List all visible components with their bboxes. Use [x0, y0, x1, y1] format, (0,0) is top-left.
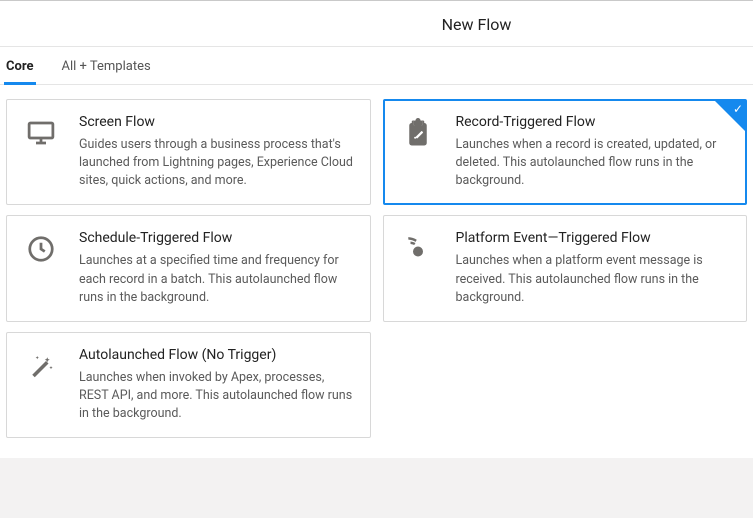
monitor-icon [17, 114, 65, 158]
card-title: Record-Triggered Flow [456, 114, 733, 130]
wand-icon [17, 347, 65, 391]
card-screen-flow[interactable]: Screen Flow Guides users through a busin… [6, 99, 371, 205]
flow-type-grid: Screen Flow Guides users through a busin… [0, 85, 753, 458]
antenna-icon [394, 230, 442, 274]
check-icon: ✓ [733, 102, 743, 116]
tab-all-templates[interactable]: All + Templates [62, 59, 151, 84]
card-record-triggered-flow[interactable]: ✓ Record-Triggered Flow Launches when a … [383, 99, 748, 205]
card-title: Schedule-Triggered Flow [79, 230, 356, 246]
card-schedule-triggered-flow[interactable]: Schedule-Triggered Flow Launches at a sp… [6, 215, 371, 321]
tab-core[interactable]: Core [6, 59, 34, 84]
footer-bar [0, 458, 753, 518]
card-autolaunched-flow[interactable]: Autolaunched Flow (No Trigger) Launches … [6, 332, 371, 438]
card-title: Autolaunched Flow (No Trigger) [79, 347, 356, 363]
card-desc: Launches at a specified time and frequen… [79, 252, 356, 306]
clipboard-icon [394, 114, 442, 158]
card-desc: Launches when a record is created, updat… [456, 136, 733, 190]
card-desc: Guides users through a business process … [79, 136, 356, 190]
card-desc: Launches when invoked by Apex, processes… [79, 369, 356, 423]
modal-title: New Flow [0, 15, 753, 34]
tab-bar: Core All + Templates [0, 47, 753, 85]
modal-header: New Flow [0, 1, 753, 47]
card-title: Screen Flow [79, 114, 356, 130]
clock-icon [17, 230, 65, 274]
card-desc: Launches when a platform event message i… [456, 252, 733, 306]
card-platform-event-triggered-flow[interactable]: Platform Event—Triggered Flow Launches w… [383, 215, 748, 321]
card-title: Platform Event—Triggered Flow [456, 230, 733, 246]
